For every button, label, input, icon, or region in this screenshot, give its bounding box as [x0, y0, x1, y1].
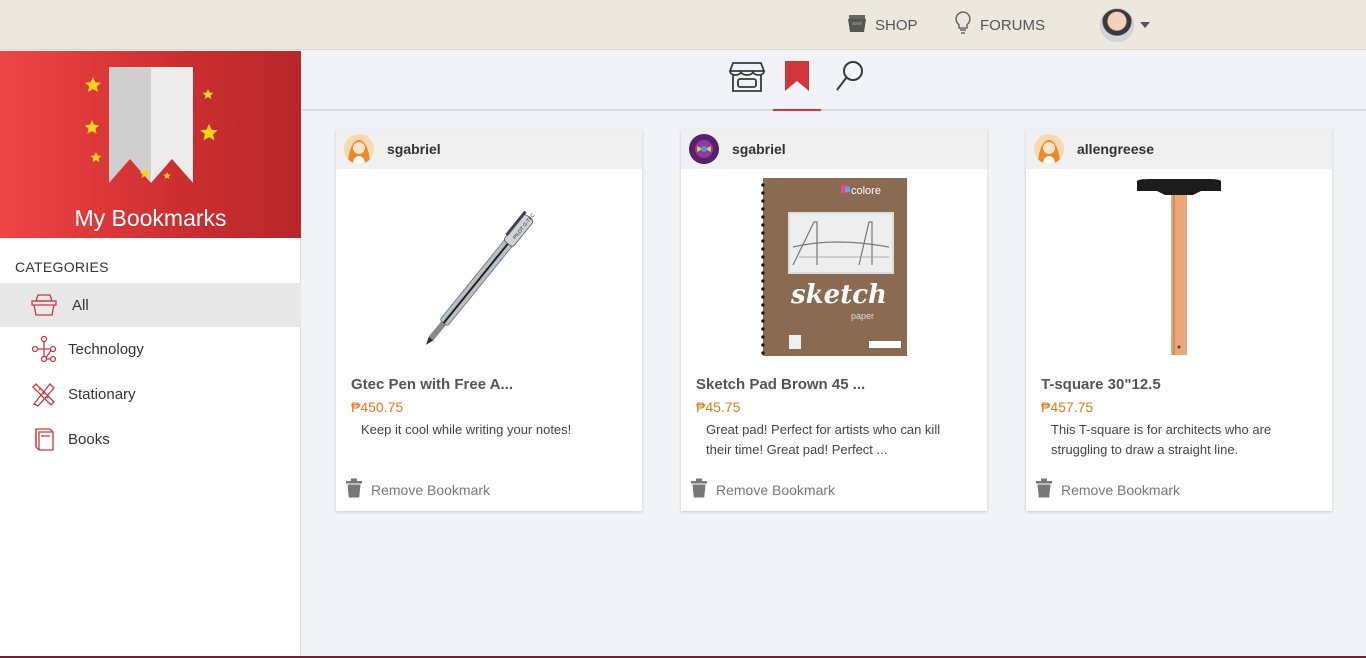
card-username[interactable]: sgabriel — [732, 141, 786, 157]
product-card[interactable]: sgabriel colore sketch paper Sketch Pad … — [681, 129, 987, 511]
product-price: ₱457.75 — [1041, 399, 1094, 415]
categories-heading: CATEGORIES — [15, 259, 109, 275]
avatar — [1034, 134, 1064, 164]
remove-bookmark-button[interactable]: Remove Bookmark — [690, 478, 835, 501]
category-stationary[interactable]: Stationary — [0, 372, 301, 416]
sidebar: My Bookmarks CATEGORIES All Technology S… — [0, 51, 301, 658]
shop-basket-icon — [845, 11, 869, 39]
product-title[interactable]: T-square 30"12.5 — [1041, 376, 1317, 393]
trash-icon — [345, 478, 363, 501]
shop-link[interactable]: SHOP — [845, 0, 918, 50]
product-card[interactable]: allengreese T-square 30"12.5 ₱457.75 Thi… — [1026, 129, 1332, 511]
product-image-t-square[interactable] — [1026, 169, 1332, 364]
product-image-pen[interactable]: PILOT G-TEC — [336, 169, 642, 364]
tab-store[interactable] — [723, 59, 771, 109]
shopping-basket-icon — [30, 291, 58, 319]
store-icon — [728, 59, 766, 109]
top-bar: SHOP FORUMS — [0, 0, 1366, 50]
lightbulb-icon — [952, 10, 974, 40]
trash-icon — [690, 478, 708, 501]
product-price: ₱45.75 — [696, 399, 741, 415]
sketch-pad-main-text: sketch — [790, 280, 887, 310]
sketch-pad-sub-text: paper — [851, 311, 874, 321]
search-icon — [834, 59, 866, 109]
category-books[interactable]: Books — [0, 417, 301, 461]
chevron-down-icon — [1140, 22, 1150, 28]
sketch-pad-brand-text: colore — [851, 185, 881, 197]
product-description: This T-square is for architects who are … — [1051, 422, 1272, 457]
page-title: My Bookmarks — [74, 205, 227, 231]
product-card[interactable]: sgabriel PILOT G-TEC Gtec Pen with Free … — [336, 129, 642, 511]
tab-search[interactable] — [826, 59, 874, 109]
pencil-ruler-icon — [30, 380, 58, 408]
product-description: Great pad! Perfect for artists who can k… — [706, 422, 941, 457]
bookmark-icon — [783, 59, 811, 109]
avatar — [689, 134, 719, 164]
forums-link[interactable]: FORUMS — [952, 0, 1045, 50]
view-tabs — [302, 51, 1366, 111]
circuit-icon — [30, 335, 58, 363]
card-header: sgabriel — [681, 129, 987, 169]
product-description: Keep it cool while writing your notes! — [361, 422, 572, 437]
avatar — [344, 134, 374, 164]
card-header: sgabriel — [336, 129, 642, 169]
card-username[interactable]: sgabriel — [387, 141, 441, 157]
bookmarks-banner: My Bookmarks — [0, 51, 301, 238]
remove-bookmark-button[interactable]: Remove Bookmark — [1035, 478, 1180, 501]
product-title[interactable]: Gtec Pen with Free A... — [351, 376, 627, 393]
category-label: Stationary — [68, 385, 136, 403]
avatar — [1100, 8, 1134, 42]
category-label: Technology — [68, 340, 144, 358]
category-all[interactable]: All — [0, 283, 301, 327]
forums-label: FORUMS — [980, 16, 1045, 34]
card-username[interactable]: allengreese — [1077, 141, 1154, 157]
remove-bookmark-label: Remove Bookmark — [371, 481, 491, 498]
remove-bookmark-label: Remove Bookmark — [1061, 481, 1181, 498]
category-label: All — [72, 296, 89, 314]
trash-icon — [1035, 478, 1053, 501]
product-image-sketch-pad[interactable]: colore sketch paper — [681, 169, 987, 364]
book-icon — [30, 425, 58, 453]
product-price: ₱450.75 — [351, 399, 404, 415]
shop-label: SHOP — [875, 16, 918, 34]
card-header: allengreese — [1026, 129, 1332, 169]
category-label: Books — [68, 430, 110, 448]
bookmark-banner-icon — [84, 67, 218, 183]
remove-bookmark-label: Remove Bookmark — [716, 481, 836, 498]
product-title[interactable]: Sketch Pad Brown 45 ... — [696, 376, 972, 393]
tab-bookmarks[interactable] — [773, 59, 821, 111]
remove-bookmark-button[interactable]: Remove Bookmark — [345, 478, 490, 501]
user-menu[interactable] — [1100, 8, 1150, 42]
category-technology[interactable]: Technology — [0, 327, 301, 371]
